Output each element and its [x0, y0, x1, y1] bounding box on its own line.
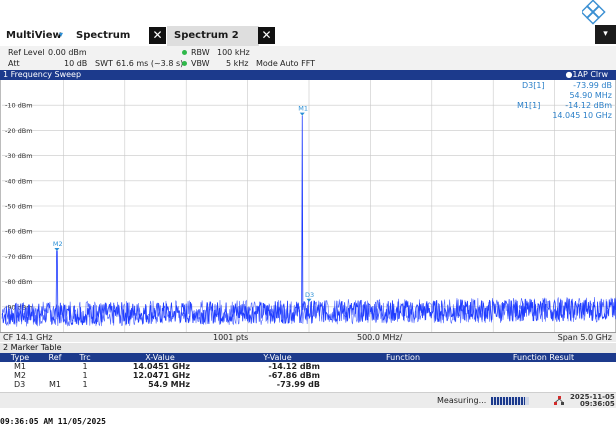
marker-info-value2: 54.90 MHz	[569, 91, 612, 100]
diagram-title-bar[interactable]: 1 Frequency Sweep ●1AP Clrw	[0, 70, 616, 80]
marker-info-label: D3[1]	[522, 81, 545, 90]
marker-triangle	[54, 248, 60, 252]
vbw-value[interactable]: 5 kHz	[226, 58, 248, 69]
rohde-schwarz-logo-icon	[582, 0, 606, 25]
ref-level-value[interactable]: 0.00 dBm	[48, 47, 87, 58]
table-cell	[471, 362, 616, 371]
table-cell: 54.9 MHz	[148, 380, 190, 389]
marker-info-value: -73.99 dB	[573, 81, 612, 90]
y-tick-label: -70 dBm	[5, 253, 33, 261]
swt-value[interactable]: 61.6 ms (~3.8 s)	[116, 58, 183, 69]
column-header: Function Result	[471, 353, 616, 362]
column-header: Trc	[70, 353, 100, 362]
status-bar: Measuring... 2025-11-05 09:36:05	[0, 392, 616, 408]
marker-table: Type Ref Trc X-Value Y-Value Function Fu…	[0, 353, 616, 389]
marker-label: M2	[53, 240, 63, 248]
table-cell	[471, 380, 616, 389]
settings-panel: Ref Level 0.00 dBm Att 10 dB SWT 61.6 ms…	[0, 46, 616, 70]
span[interactable]: Span 5.0 GHz	[558, 333, 612, 343]
marker-label: M1	[298, 105, 308, 113]
column-header: Y-Value	[220, 353, 335, 362]
status-time: 09:36:05	[579, 400, 615, 408]
column-header: Type	[0, 353, 40, 362]
y-tick-label: -30 dBm	[5, 152, 33, 160]
att-label: Att	[8, 59, 20, 68]
table-row[interactable]: M1 1 14.0451 GHz -14.12 dBm	[0, 362, 616, 371]
table-cell: 14.0451 GHz	[132, 362, 190, 371]
table-cell	[335, 371, 471, 380]
table-cell	[335, 380, 471, 389]
column-header: Function	[335, 353, 471, 362]
marker-table-header: Type Ref Trc X-Value Y-Value Function Fu…	[0, 353, 616, 362]
points-count: 1001 pts	[213, 333, 249, 342]
table-row[interactable]: D3 M1 1 54.9 MHz -73.99 dB	[0, 380, 616, 389]
y-tick-label: -20 dBm	[5, 127, 33, 135]
marker-info-box: D3[1] -73.99 dB 54.90 MHz M1[1] -14.12 d…	[502, 81, 612, 121]
marker-label: D3	[305, 291, 314, 299]
table-cell	[471, 371, 616, 380]
column-header: X-Value	[100, 353, 220, 362]
marker-triangle	[306, 298, 312, 302]
table-row[interactable]: M2 1 12.0471 GHz -67.86 dBm	[0, 371, 616, 380]
table-cell	[40, 362, 70, 371]
vbw-setting[interactable]: VBW	[182, 58, 210, 69]
y-tick-label: -50 dBm	[5, 203, 33, 211]
y-tick-label: -80 dBm	[5, 278, 33, 286]
table-cell: -67.86 dBm	[268, 371, 320, 380]
capture-timestamp: 09:36:05 AM 11/05/2025	[0, 417, 106, 426]
y-tick-label: -10 dBm	[5, 102, 33, 110]
tab-multiview[interactable]: MultiView	[6, 26, 62, 46]
marker-table-title[interactable]: 2 Marker Table	[0, 343, 616, 353]
table-cell: M1	[14, 362, 26, 371]
table-cell: D3	[14, 380, 26, 389]
marker-info-label: M1[1]	[517, 101, 541, 110]
close-icon[interactable]: ✕	[258, 27, 275, 44]
table-cell: M2	[14, 371, 26, 380]
column-header: Ref	[40, 353, 70, 362]
table-cell: -14.12 dBm	[268, 362, 320, 371]
table-cell: 1	[82, 380, 88, 389]
table-cell: -73.99 dB	[276, 380, 320, 389]
table-cell: M1	[49, 380, 61, 389]
att-value[interactable]: 10 dB	[64, 58, 87, 69]
table-cell: 1	[82, 362, 88, 371]
menu-button[interactable]: ▾	[595, 25, 616, 44]
tab-spectrum[interactable]: Spectrum	[76, 26, 130, 46]
mode-label: Mode	[256, 59, 278, 68]
tab-spectrum-2[interactable]: Spectrum 2	[174, 26, 239, 46]
marker-triangle	[299, 112, 305, 116]
vbw-label: VBW	[191, 59, 210, 68]
tab-bar: MultiView ▾ Spectrum ✕ Spectrum 2 ✕ ▾	[0, 0, 616, 46]
ref-level-label: Ref Level	[8, 48, 45, 57]
y-tick-label: -40 dBm	[5, 177, 33, 185]
network-status-icon[interactable]	[554, 396, 564, 406]
sweep-progress-bar	[491, 397, 529, 405]
mode-value[interactable]: Auto FFT	[280, 58, 315, 69]
trace-label: ●1AP Clrw	[565, 70, 608, 79]
tab-active-indicator: ▾	[59, 30, 64, 39]
marker-info-value2: 14.045 10 GHz	[552, 111, 612, 120]
table-cell: 1	[82, 371, 88, 380]
sweep-progress-fill	[491, 397, 526, 405]
rbw-indicator	[182, 50, 187, 55]
plot-footer: CF 14.1 GHz 1001 pts 500.0 MHz/ Span 5.0…	[0, 332, 616, 342]
status-datetime: 2025-11-05 09:36:05	[570, 394, 615, 408]
diagram-title: 1 Frequency Sweep	[3, 70, 82, 79]
marker-info-value: -14.12 dBm	[565, 101, 612, 110]
spectrum-analyzer-window: MultiView ▾ Spectrum ✕ Spectrum 2 ✕ ▾ Re…	[0, 0, 616, 433]
center-frequency[interactable]: CF 14.1 GHz	[3, 333, 53, 343]
swt-label: SWT	[95, 59, 113, 68]
rbw-setting[interactable]: RBW	[182, 47, 210, 58]
table-cell: 12.0471 GHz	[132, 371, 190, 380]
y-tick-label: -60 dBm	[5, 228, 33, 236]
close-icon[interactable]: ✕	[149, 27, 166, 44]
vbw-indicator	[182, 61, 187, 66]
frequency-per-division: 500.0 MHz/	[357, 333, 403, 342]
measuring-status: Measuring...	[437, 396, 487, 405]
rbw-value[interactable]: 100 kHz	[217, 47, 250, 58]
table-cell	[40, 371, 70, 380]
table-cell	[335, 362, 471, 371]
rbw-label: RBW	[191, 48, 210, 57]
